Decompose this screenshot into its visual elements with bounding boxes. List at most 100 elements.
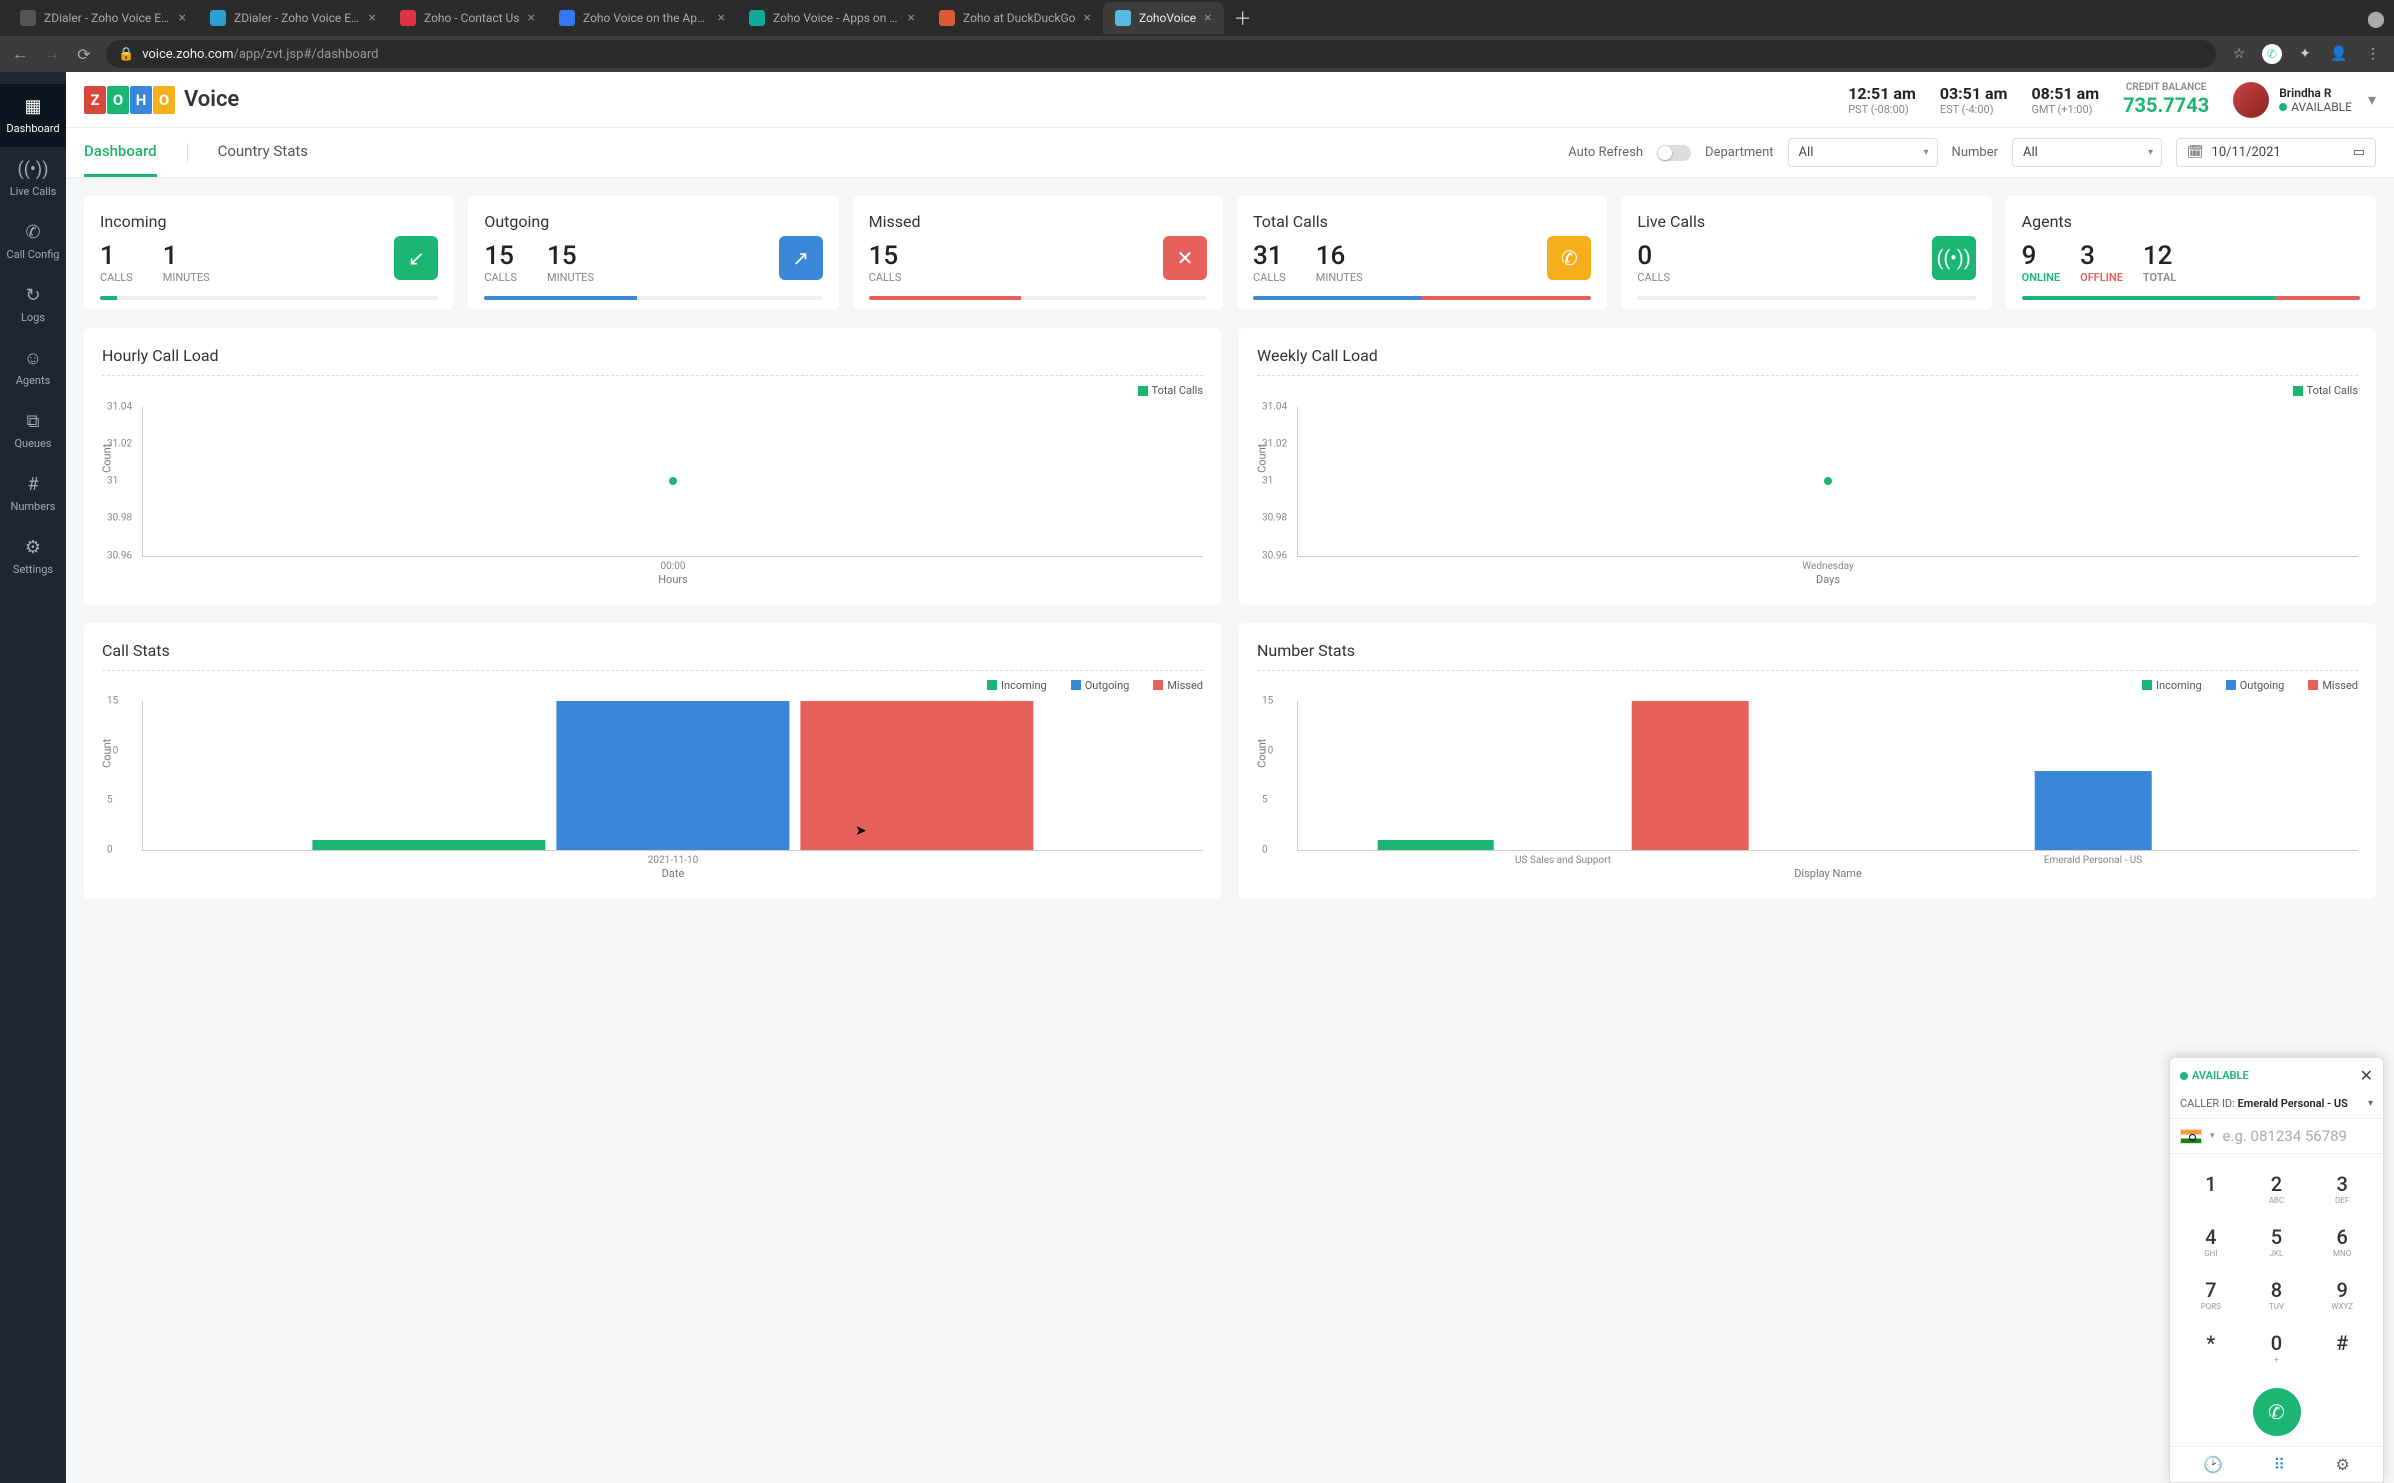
sidebar-label: Call Config: [6, 248, 59, 261]
card-missed: Missed15CALLS✕: [853, 196, 1223, 310]
star-icon[interactable]: ☆: [2228, 46, 2250, 62]
key-#[interactable]: #: [2309, 1321, 2375, 1374]
chevron-down-icon: ▾: [1924, 147, 1929, 158]
tab-country-stats[interactable]: Country Stats: [218, 128, 308, 177]
favicon: [400, 10, 416, 26]
call-button[interactable]: ✆: [2253, 1388, 2301, 1436]
dialer-keypad: 12ABC3DEF 4GHI5JKL6MNO 7PQRS8TUV9WXYZ *0+#: [2170, 1154, 2383, 1382]
key-9[interactable]: 9WXYZ: [2309, 1268, 2375, 1321]
key-5[interactable]: 5JKL: [2244, 1215, 2310, 1268]
key-number: 8: [2244, 1278, 2310, 1302]
number-select[interactable]: All▾: [2012, 138, 2162, 167]
forward-icon[interactable]: →: [42, 44, 62, 64]
sidebar-item-call-config[interactable]: ✆Call Config: [0, 210, 66, 273]
tab-title: ZDialer - Zoho Voice Extens: [44, 11, 171, 25]
new-tab-button[interactable]: ＋: [1224, 5, 1262, 31]
sidebar-item-queues[interactable]: ⧉Queues: [0, 399, 66, 462]
sidebar-item-logs[interactable]: ↻Logs: [0, 273, 66, 336]
browser-menu-icon[interactable]: ⬤: [2366, 9, 2386, 28]
numbers-icon: #: [27, 474, 38, 495]
metric-value: 15: [869, 241, 902, 271]
sidebar-item-agents[interactable]: ☺Agents: [0, 336, 66, 399]
close-icon[interactable]: ×: [1084, 10, 1091, 26]
close-icon[interactable]: ×: [1204, 10, 1211, 26]
auto-refresh-toggle[interactable]: [1657, 145, 1691, 161]
close-icon[interactable]: ×: [179, 10, 186, 26]
favicon: [939, 10, 955, 26]
phone-input[interactable]: ▾ e.g. 081234 56789: [2170, 1118, 2383, 1154]
key-2[interactable]: 2ABC: [2244, 1162, 2310, 1215]
legend: IncomingOutgoingMissed: [102, 679, 1203, 694]
department-select[interactable]: All▾: [1788, 138, 1938, 167]
chevron-down-icon: ▾: [2368, 1098, 2373, 1109]
key-1[interactable]: 1: [2178, 1162, 2244, 1215]
close-icon[interactable]: ×: [908, 10, 915, 26]
history-icon[interactable]: 🕑: [2203, 1455, 2223, 1474]
sidebar-item-live-calls[interactable]: ((•))Live Calls: [0, 147, 66, 210]
card-outgoing: Outgoing15CALLS15MINUTES↗: [468, 196, 838, 310]
bar: [556, 701, 789, 850]
close-icon[interactable]: ×: [369, 10, 376, 26]
key-7[interactable]: 7PQRS: [2178, 1268, 2244, 1321]
browser-tab[interactable]: Zoho Voice - Apps on Goog×: [737, 2, 927, 34]
dialpad-icon[interactable]: ⠿: [2273, 1455, 2285, 1474]
browser-tab[interactable]: ZohoVoice×: [1103, 2, 1224, 34]
chart-plot: CountDate0510152021-11-10: [142, 701, 1203, 851]
kebab-icon[interactable]: ⋮: [2362, 46, 2384, 62]
india-flag-icon[interactable]: [2180, 1129, 2202, 1144]
caller-id-select[interactable]: CALLER ID: Emerald Personal - US ▾: [2170, 1093, 2383, 1118]
chart-title: Hourly Call Load: [102, 346, 1203, 365]
browser-tab[interactable]: ZDialer - Zoho Voice Extens×: [198, 2, 388, 34]
browser-tab[interactable]: Zoho Voice on the App Sto ×: [547, 2, 737, 34]
tab-dashboard[interactable]: Dashboard: [84, 128, 157, 177]
chart-title: Number Stats: [1257, 641, 2358, 660]
tab-title: Zoho Voice on the App Sto: [583, 11, 710, 25]
key-number: 6: [2309, 1225, 2375, 1249]
tab-bar: ZDialer - Zoho Voice Extens×ZDialer - Zo…: [0, 0, 2394, 36]
logo: ZOHO Voice: [84, 86, 239, 114]
browser-tab[interactable]: Zoho - Contact Us×: [388, 2, 547, 34]
user-menu[interactable]: Brindha RAVAILABLE▾: [2233, 82, 2376, 118]
card-incoming: Incoming1CALLS1MINUTES↙: [84, 196, 454, 310]
sidebar-item-settings[interactable]: ⚙Settings: [0, 525, 66, 588]
browser-tab[interactable]: Zoho at DuckDuckGo×: [927, 2, 1103, 34]
clock-time: 12:51 am: [1848, 84, 1916, 103]
phone-icon: ↗: [779, 236, 823, 280]
date-picker[interactable]: 🗓 10/11/2021 ▭: [2176, 138, 2376, 167]
sidebar-item-dashboard[interactable]: ▦Dashboard: [0, 84, 66, 147]
key-0[interactable]: 0+: [2244, 1321, 2310, 1374]
close-icon[interactable]: ×: [718, 10, 725, 26]
key-6[interactable]: 6MNO: [2309, 1215, 2375, 1268]
extension-icon[interactable]: ✆: [2262, 44, 2282, 64]
department-label: Department: [1705, 145, 1774, 160]
back-icon[interactable]: ←: [10, 44, 30, 64]
favicon: [559, 10, 575, 26]
lock-icon: 🔒: [118, 47, 134, 62]
key-8[interactable]: 8TUV: [2244, 1268, 2310, 1321]
browser-tab[interactable]: ZDialer - Zoho Voice Extens ×: [8, 2, 198, 34]
key-4[interactable]: 4GHI: [2178, 1215, 2244, 1268]
key-3[interactable]: 3DEF: [2309, 1162, 2375, 1215]
metric-value: 16: [1316, 241, 1363, 271]
key-number: 0: [2244, 1331, 2310, 1355]
url-input[interactable]: 🔒 voice.zoho.com/app/zvt.jsp#/dashboard: [106, 40, 2216, 68]
reload-icon[interactable]: ⟳: [74, 45, 94, 64]
dashboard-icon: ▦: [24, 96, 41, 117]
chart-title: Weekly Call Load: [1257, 346, 2358, 365]
gear-icon[interactable]: ⚙: [2335, 1455, 2349, 1474]
sidebar-item-numbers[interactable]: #Numbers: [0, 462, 66, 525]
key-letters: TUV: [2244, 1302, 2310, 1311]
chart-plot: CountHours30.9630.983131.0231.0400:00: [142, 407, 1203, 557]
puzzle-icon[interactable]: ✦: [2294, 46, 2316, 62]
key-*[interactable]: *: [2178, 1321, 2244, 1374]
profile-icon[interactable]: 👤: [2328, 46, 2350, 62]
metric-label: MINUTES: [1316, 271, 1363, 284]
metric-value: 31: [1253, 241, 1286, 271]
y-tick: 15: [1262, 696, 1273, 707]
card-title: Incoming: [100, 212, 438, 231]
x-axis-label: Hours: [658, 573, 688, 586]
close-icon[interactable]: ✕: [2360, 1066, 2373, 1085]
dialer-panel: AVAILABLE ✕ CALLER ID: Emerald Personal …: [2169, 1057, 2384, 1483]
close-icon[interactable]: ×: [528, 10, 535, 26]
chart-title: Call Stats: [102, 641, 1203, 660]
